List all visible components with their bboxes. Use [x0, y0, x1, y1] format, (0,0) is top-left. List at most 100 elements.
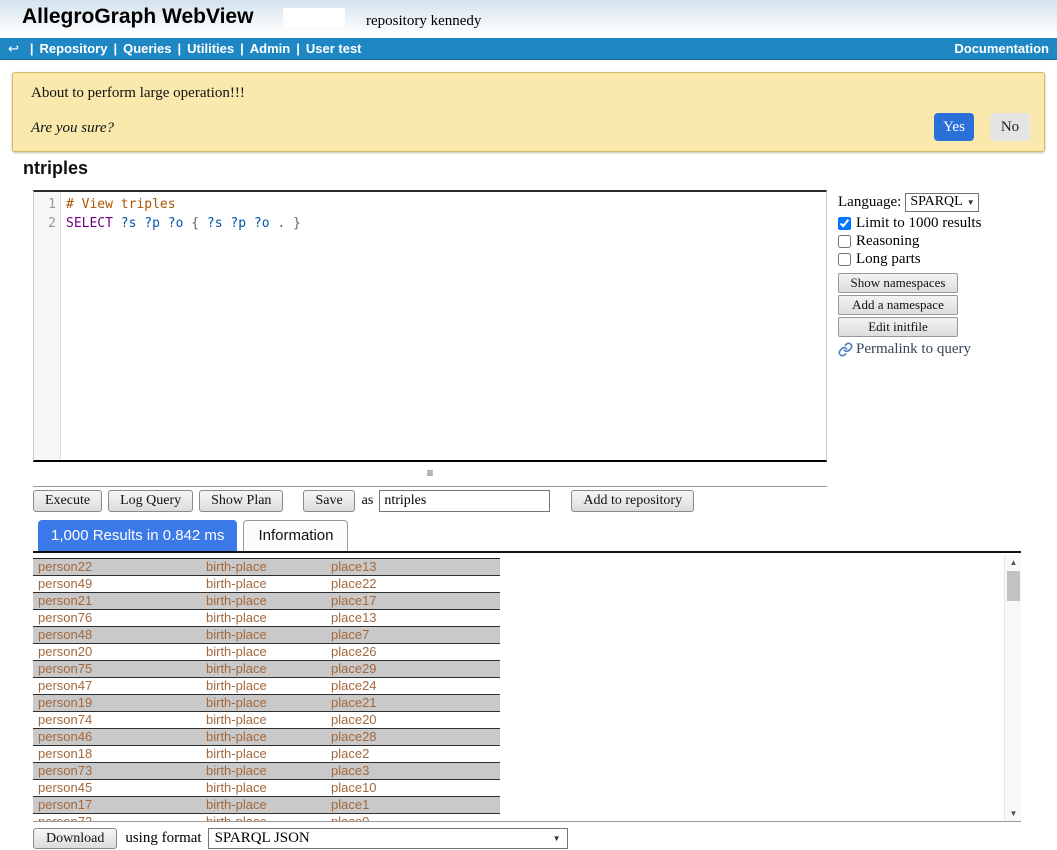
table-row: person19birth-placeplace21 [33, 695, 500, 712]
result-cell-link[interactable]: person76 [33, 610, 206, 626]
result-cell-link[interactable]: place7 [331, 627, 500, 643]
result-cell-link[interactable]: person47 [33, 678, 206, 694]
table-row: person20birth-placeplace26 [33, 644, 500, 661]
result-cell-link[interactable]: birth-place [206, 695, 331, 711]
result-cell-link[interactable]: birth-place [206, 763, 331, 779]
scroll-down-arrow-icon[interactable]: ▼ [1005, 806, 1021, 821]
result-cell-link[interactable]: person46 [33, 729, 206, 745]
back-arrow-icon[interactable]: ↩ [8, 38, 19, 60]
nav-item-user-test[interactable]: User test [306, 41, 362, 56]
yes-button[interactable]: Yes [934, 113, 974, 141]
tab-information[interactable]: Information [243, 520, 348, 551]
tab-results[interactable]: 1,000 Results in 0.842 ms [38, 520, 237, 551]
result-cell-link[interactable]: place1 [331, 797, 500, 813]
result-cell-link[interactable]: birth-place [206, 729, 331, 745]
save-button[interactable]: Save [303, 490, 354, 512]
result-cell-link[interactable]: person20 [33, 644, 206, 660]
nav-item-documentation[interactable]: Documentation [954, 38, 1049, 60]
result-cell-link[interactable]: person45 [33, 780, 206, 796]
result-cell-link[interactable]: birth-place [206, 661, 331, 677]
edit-initfile-button[interactable]: Edit initfile [838, 317, 958, 337]
action-row: Execute Log Query Show Plan Save as Add … [33, 490, 694, 512]
download-button[interactable]: Download [33, 828, 117, 849]
result-cell-link[interactable]: place20 [331, 712, 500, 728]
result-cell-link[interactable]: person75 [33, 661, 206, 677]
nav-item-repository[interactable]: Repository [40, 41, 108, 56]
result-cell-link[interactable]: place3 [331, 763, 500, 779]
code-token: ?s [207, 216, 223, 231]
result-cell-link[interactable]: person48 [33, 627, 206, 643]
nav-item-utilities[interactable]: Utilities [187, 41, 234, 56]
table-row: person48birth-placeplace7 [33, 627, 500, 644]
result-cell-link[interactable]: person18 [33, 746, 206, 762]
result-cell-link[interactable]: person17 [33, 797, 206, 813]
nav-item-queries[interactable]: Queries [123, 41, 171, 56]
result-cell-link[interactable]: place26 [331, 644, 500, 660]
result-cell-link[interactable]: place17 [331, 593, 500, 609]
result-cell-link[interactable]: person21 [33, 593, 206, 609]
query-editor[interactable]: 12 # View triplesSELECT ?s ?p ?o { ?s ?p… [33, 190, 827, 462]
result-cell-link[interactable]: place13 [331, 610, 500, 626]
option-checkbox[interactable] [838, 217, 851, 230]
result-cell-link[interactable]: birth-place [206, 559, 331, 575]
result-cell-link[interactable]: place22 [331, 576, 500, 592]
result-cell-link[interactable]: place29 [331, 661, 500, 677]
result-cell-link[interactable]: birth-place [206, 576, 331, 592]
save-name-input[interactable] [379, 490, 550, 512]
result-cell-link[interactable]: person49 [33, 576, 206, 592]
scrollbar-thumb[interactable] [1007, 571, 1020, 601]
query-name-heading: ntriples [23, 158, 88, 179]
show-namespaces-button[interactable]: Show namespaces [838, 273, 958, 293]
result-cell-link[interactable]: person74 [33, 712, 206, 728]
result-cell-link[interactable]: birth-place [206, 780, 331, 796]
no-button[interactable]: No [990, 113, 1030, 141]
results-tabs: 1,000 Results in 0.842 ms Information [33, 522, 1021, 553]
nav-left: ↩ |Repository|Queries|Utilities|Admin|Us… [8, 38, 362, 60]
editor-resize-handle[interactable]: ≡ [33, 464, 827, 487]
result-cell-link[interactable]: place28 [331, 729, 500, 745]
result-cell-link[interactable]: birth-place [206, 627, 331, 643]
result-cell-link[interactable]: place2 [331, 746, 500, 762]
execute-button[interactable]: Execute [33, 490, 102, 512]
header-field[interactable] [283, 8, 345, 27]
option-checkbox-row[interactable]: Limit to 1000 results [838, 215, 998, 232]
language-selected-value: SPARQL [910, 194, 962, 210]
result-cell-link[interactable]: person72 [33, 814, 206, 822]
editor-code[interactable]: # View triplesSELECT ?s ?p ?o { ?s ?p ?o… [61, 192, 301, 460]
table-row: person22birth-placeplace13 [33, 559, 500, 576]
result-cell-link[interactable]: place21 [331, 695, 500, 711]
editor-gutter: 12 [34, 192, 61, 460]
result-cell-link[interactable]: person22 [33, 559, 206, 575]
result-cell-link[interactable]: person19 [33, 695, 206, 711]
result-cell-link[interactable]: birth-place [206, 712, 331, 728]
add-a-namespace-button[interactable]: Add a namespace [838, 295, 958, 315]
scroll-up-arrow-icon[interactable]: ▲ [1005, 555, 1021, 570]
result-cell-link[interactable]: place13 [331, 559, 500, 575]
option-checkbox-row[interactable]: Reasoning [838, 233, 998, 250]
option-checkbox-row[interactable]: Long parts [838, 251, 998, 268]
result-cell-link[interactable]: place0 [331, 814, 500, 822]
result-cell-link[interactable]: birth-place [206, 814, 331, 822]
format-select[interactable]: SPARQL JSON ▼ [208, 828, 568, 849]
table-row: person73birth-placeplace3 [33, 763, 500, 780]
result-cell-link[interactable]: person73 [33, 763, 206, 779]
nav-item-admin[interactable]: Admin [250, 41, 290, 56]
result-cell-link[interactable]: birth-place [206, 593, 331, 609]
results-scrollbar[interactable]: ▲ ▼ [1004, 555, 1021, 821]
result-cell-link[interactable]: birth-place [206, 644, 331, 660]
language-select[interactable]: SPARQL ▼ [905, 193, 979, 212]
permalink-to-query-link[interactable]: Permalink to query [838, 341, 998, 358]
show-plan-button[interactable]: Show Plan [199, 490, 283, 512]
banner-prompt: Are you sure? [31, 120, 114, 137]
result-cell-link[interactable]: birth-place [206, 797, 331, 813]
option-checkbox[interactable] [838, 253, 851, 266]
log-query-button[interactable]: Log Query [108, 490, 193, 512]
result-cell-link[interactable]: birth-place [206, 678, 331, 694]
result-cell-link[interactable]: place10 [331, 780, 500, 796]
add-to-repository-button[interactable]: Add to repository [571, 490, 694, 512]
result-cell-link[interactable]: birth-place [206, 610, 331, 626]
code-token: } [293, 216, 301, 231]
result-cell-link[interactable]: place24 [331, 678, 500, 694]
result-cell-link[interactable]: birth-place [206, 746, 331, 762]
option-checkbox[interactable] [838, 235, 851, 248]
